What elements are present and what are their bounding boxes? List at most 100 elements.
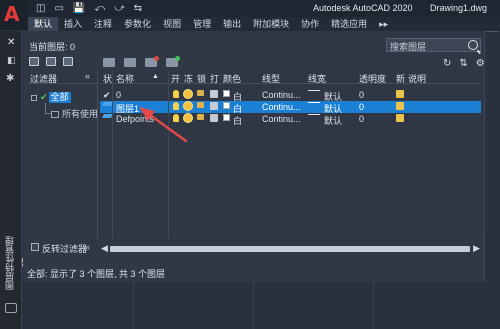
col-color[interactable]: 颜色 (223, 72, 241, 85)
plot-icon[interactable] (210, 102, 218, 110)
open-icon[interactable]: ▭ (54, 2, 63, 15)
new-vp-freeze-icon[interactable] (396, 102, 404, 110)
lineweight-value[interactable]: 默认 (324, 114, 342, 127)
thaw-sun-icon[interactable] (184, 114, 192, 122)
app-logo[interactable]: A (0, 0, 28, 30)
settings-icon[interactable]: ⚙ (476, 58, 485, 69)
col-lock[interactable]: 锁 (197, 72, 206, 85)
filter-used-layers[interactable]: 所有使用的图层 (51, 107, 97, 120)
new-layer-icon[interactable] (103, 58, 115, 67)
new-layer-vp-frozen-icon[interactable] (124, 58, 136, 67)
delete-layer-icon[interactable] (145, 56, 159, 67)
linetype-value[interactable]: Continu... (262, 90, 301, 100)
current-layer-label: 当前图层: 0 (29, 42, 76, 52)
col-description[interactable]: 说明 (408, 72, 426, 85)
scroll-thumb[interactable] (110, 246, 470, 252)
col-transparency[interactable]: 透明度 (359, 72, 386, 85)
expand-icon[interactable] (31, 94, 37, 101)
refresh-icon[interactable]: ↻ (443, 58, 451, 69)
layer-row[interactable]: ✔ 0 白 Continu... 默认 0 (100, 89, 481, 102)
lightbulb-on-icon[interactable] (173, 114, 179, 122)
layer-name[interactable]: Defpoints (116, 114, 154, 124)
horizontal-scrollbar[interactable]: ◀ ▶ (101, 243, 481, 254)
collapse-filter-icon[interactable]: « (85, 242, 90, 252)
tab-addins[interactable]: 附加模块 (247, 17, 295, 31)
col-freeze[interactable]: 冻 (184, 72, 193, 85)
linetype-value[interactable]: Continu... (262, 114, 301, 124)
tab-annotate[interactable]: 注释 (88, 17, 118, 31)
search-layers-input[interactable]: 搜索图层 (386, 38, 481, 52)
palette-title-strip: ✕ ◧ ✱ 图层特性管理器 (0, 31, 31, 329)
collapse-filter-icon[interactable]: « (85, 71, 90, 81)
status-text: 全部: 显示了 3 个图层, 共 3 个图层 (27, 269, 166, 279)
color-swatch[interactable] (223, 102, 230, 109)
autocad-logo-icon: A (4, 2, 20, 26)
thaw-sun-icon[interactable] (184, 102, 192, 110)
layer-states-manager-icon[interactable] (63, 57, 73, 66)
lineweight-line-icon (308, 102, 320, 103)
redo-icon[interactable]: ⤻ (114, 2, 125, 15)
transparency-value[interactable]: 0 (359, 114, 364, 124)
color-swatch[interactable] (223, 114, 230, 121)
autohide-icon[interactable]: ◧ (7, 55, 16, 66)
tab-overflow[interactable]: ▸▸ (373, 17, 394, 31)
palette-settings-icon[interactable] (5, 303, 17, 313)
filter-toolbar (29, 57, 73, 66)
new-property-filter-icon[interactable] (29, 57, 39, 66)
col-status[interactable]: 状 (103, 72, 112, 85)
col-plot[interactable]: 打 (210, 72, 219, 85)
tab-manage[interactable]: 管理 (187, 17, 217, 31)
undo-icon[interactable]: ⤺ (94, 2, 105, 15)
unlock-icon[interactable] (197, 90, 204, 96)
unlock-icon[interactable] (197, 102, 204, 108)
transparency-value[interactable]: 0 (359, 102, 364, 112)
share-icon[interactable]: ⇆ (134, 2, 142, 15)
lightbulb-on-icon[interactable] (173, 90, 179, 98)
thaw-sun-icon[interactable] (184, 90, 192, 98)
sort-ascending-icon: ▲ (152, 73, 159, 80)
col-lineweight[interactable]: 线宽 (308, 72, 326, 85)
invert-filter-checkbox[interactable] (31, 243, 39, 251)
scroll-left-icon[interactable]: ◀ (101, 243, 108, 254)
filter-all[interactable]: ✔ 全部 (31, 92, 71, 103)
new-group-filter-icon[interactable] (46, 57, 56, 66)
layer-row[interactable]: Defpoints 白 Continu... 默认 0 (100, 113, 481, 127)
swap-icon[interactable]: ⇅ (459, 58, 467, 69)
tab-view[interactable]: 视图 (157, 17, 187, 31)
set-current-icon[interactable] (166, 56, 180, 67)
scroll-right-icon[interactable]: ▶ (473, 243, 480, 254)
filter-header-label: 过滤器 (30, 74, 58, 84)
new-icon[interactable]: ◫ (36, 2, 45, 15)
save-icon[interactable]: 💾 (73, 2, 85, 15)
layer-row-selected[interactable]: 图层1 白 Continu... 默认 0 (100, 101, 481, 114)
transparency-value[interactable]: 0 (359, 90, 364, 100)
lineweight-line-icon (308, 90, 320, 91)
col-new-vp-freeze[interactable]: 新 (396, 72, 405, 85)
color-swatch[interactable] (223, 90, 230, 97)
linetype-value[interactable]: Continu... (262, 102, 301, 112)
autocad-window: ◫ ▭ 💾 ⤺ ⤻ ⇆ Autodesk AutoCAD 2020 Drawin… (0, 0, 500, 329)
search-icon (468, 40, 478, 50)
plot-icon[interactable] (210, 90, 218, 98)
panel-right-toolbar: ↻ ⇅ ⚙ (443, 58, 485, 69)
lightbulb-on-icon[interactable] (173, 102, 179, 110)
tab-parametric[interactable]: 参数化 (118, 17, 157, 31)
tab-output[interactable]: 输出 (217, 17, 247, 31)
tab-insert[interactable]: 插入 (58, 17, 88, 31)
col-name[interactable]: 名称 (116, 72, 134, 85)
close-icon[interactable]: ✕ (7, 37, 15, 48)
drawing-canvas[interactable] (23, 282, 485, 329)
tab-collaborate[interactable]: 协作 (295, 17, 325, 31)
tab-featured-apps[interactable]: 精选应用 (325, 17, 373, 31)
unlock-icon[interactable] (197, 114, 204, 120)
col-on[interactable]: 开 (171, 72, 180, 85)
col-linetype[interactable]: 线型 (262, 72, 280, 85)
invert-filter[interactable]: 反转过滤器 « (27, 242, 98, 254)
tab-default[interactable]: 默认 (28, 17, 59, 31)
new-vp-freeze-icon[interactable] (396, 114, 404, 122)
properties-icon[interactable]: ✱ (6, 73, 14, 84)
new-vp-freeze-icon[interactable] (396, 90, 404, 98)
plot-icon[interactable] (210, 114, 218, 122)
layer-name[interactable]: 0 (116, 90, 121, 100)
color-name[interactable]: 白 (233, 114, 242, 127)
